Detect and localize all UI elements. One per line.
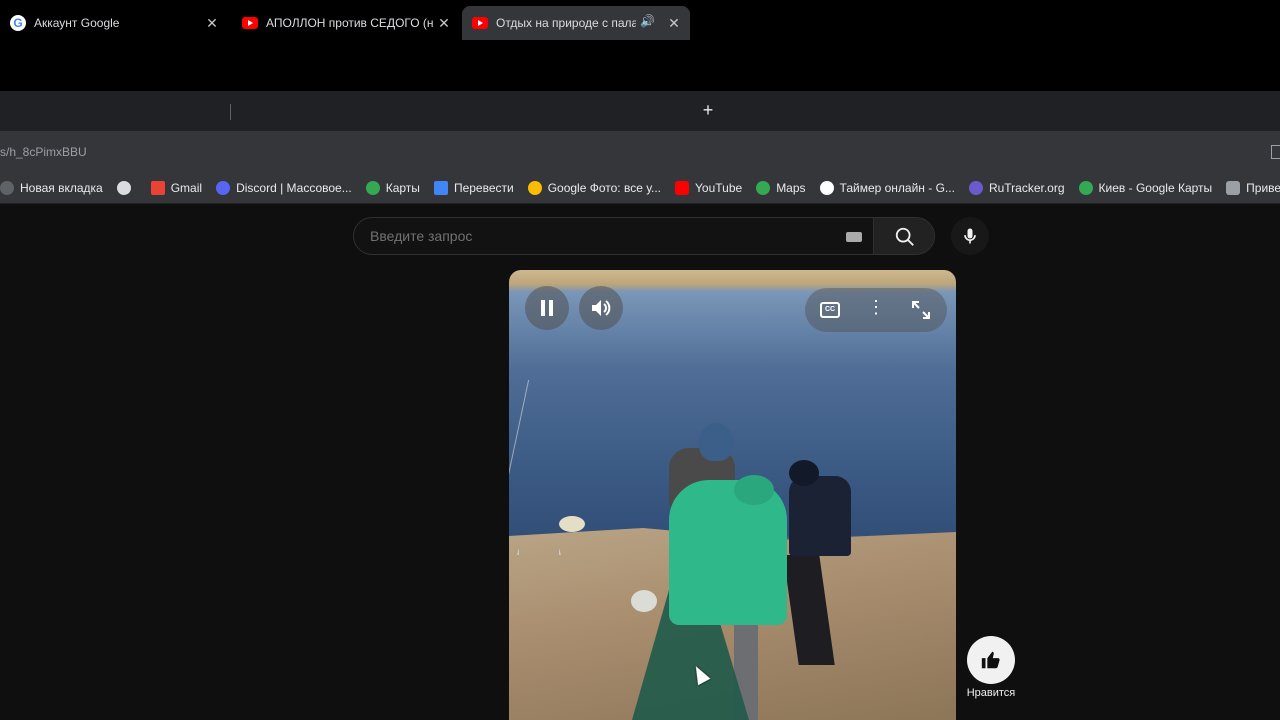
person-green-hood: [734, 475, 774, 505]
photos-icon: [527, 181, 542, 195]
rutracker-icon: [968, 181, 983, 195]
maps-icon: [365, 181, 380, 195]
tab-title: Отдых на природе с пала: [496, 16, 636, 30]
fullscreen-icon[interactable]: [911, 300, 931, 320]
person-hood: [699, 423, 733, 461]
bookmark-google-photos[interactable]: Google Фото: все у...: [527, 181, 661, 195]
bookmark-timer[interactable]: Таймер онлайн - G...: [819, 181, 955, 195]
bucket: [559, 516, 585, 532]
tab-title: АПОЛЛОН против СЕДОГО (н: [266, 16, 434, 30]
keyboard-icon[interactable]: [846, 232, 862, 242]
tab-active-video[interactable]: Отдых на природе с пала 🔊 ✕: [462, 6, 690, 40]
search-input[interactable]: Введите запрос: [353, 217, 873, 255]
person-dark-jacket: [789, 476, 851, 556]
discord-icon: [216, 181, 231, 195]
tab-search-icon[interactable]: [1271, 145, 1280, 159]
maps-icon: [1078, 181, 1093, 195]
close-icon[interactable]: ✕: [436, 15, 452, 31]
like-count-label: Нравится: [966, 687, 1016, 699]
tab-strip: [0, 91, 1280, 131]
close-icon[interactable]: ✕: [666, 15, 682, 31]
bookmark-karty[interactable]: Карты: [365, 181, 420, 195]
bookmarks-bar: Новая вкладка Gmail Discord | Массовое..…: [0, 173, 1280, 204]
pause-button[interactable]: [525, 286, 569, 330]
search-placeholder: Введите запрос: [370, 228, 473, 244]
like-button[interactable]: [967, 636, 1015, 684]
translate-icon: [433, 181, 448, 195]
mic-icon: [964, 228, 976, 244]
newtab-icon: [0, 181, 14, 195]
timer-icon: [819, 181, 834, 195]
google-icon: G: [10, 15, 26, 31]
globe-icon: [116, 181, 131, 195]
bookmark-rutracker[interactable]: RuTracker.org: [968, 181, 1065, 195]
bookmark-new-tab[interactable]: Новая вкладка: [0, 181, 103, 195]
speaker-icon[interactable]: 🔊: [640, 14, 655, 28]
address-bar: [0, 131, 1280, 173]
bookmark-youtube[interactable]: YouTube: [675, 181, 742, 195]
youtube-icon: [242, 17, 258, 29]
bookmark-translate[interactable]: Перевести: [433, 181, 514, 195]
youtube-icon: [472, 17, 488, 29]
maps-icon: [756, 181, 771, 195]
white-bucket: [631, 590, 657, 612]
tab-apollon[interactable]: АПОЛЛОН против СЕДОГО (н ✕: [232, 6, 460, 40]
person-green-hoodie: [669, 480, 787, 625]
bookmark-kiev-maps[interactable]: Киев - Google Карты: [1078, 181, 1212, 195]
bookmark-discord[interactable]: Discord | Массовое...: [216, 181, 352, 195]
gmail-icon: [150, 181, 165, 195]
thumbs-up-icon: [981, 651, 1000, 669]
youtube-icon: [675, 181, 690, 195]
bookmark-gmail[interactable]: Gmail: [150, 181, 202, 195]
new-tab-button[interactable]: +: [698, 100, 718, 121]
person-dark-head: [789, 460, 819, 486]
captions-button[interactable]: CC: [820, 302, 840, 318]
url-text[interactable]: s/h_8cPimxBBU: [0, 145, 87, 159]
bookmark-privet[interactable]: Привет: [1226, 181, 1280, 195]
bookmark-globe[interactable]: [116, 181, 137, 195]
volume-icon: [592, 300, 611, 316]
shorts-video-player[interactable]: CC ⋮: [509, 270, 956, 720]
tab-separator: [230, 104, 231, 120]
tab-google-account[interactable]: G Аккаунт Google ✕: [0, 6, 228, 40]
bookmark-maps[interactable]: Maps: [756, 181, 806, 195]
tab-title: Аккаунт Google: [34, 16, 120, 30]
search-button[interactable]: [873, 217, 935, 255]
volume-button[interactable]: [579, 286, 623, 330]
search-icon: [895, 227, 914, 246]
site-icon: [1226, 181, 1241, 195]
more-options-icon[interactable]: ⋮: [867, 298, 885, 316]
close-icon[interactable]: ✕: [204, 15, 220, 31]
voice-search-button[interactable]: [951, 217, 989, 255]
pause-icon: [541, 300, 553, 316]
